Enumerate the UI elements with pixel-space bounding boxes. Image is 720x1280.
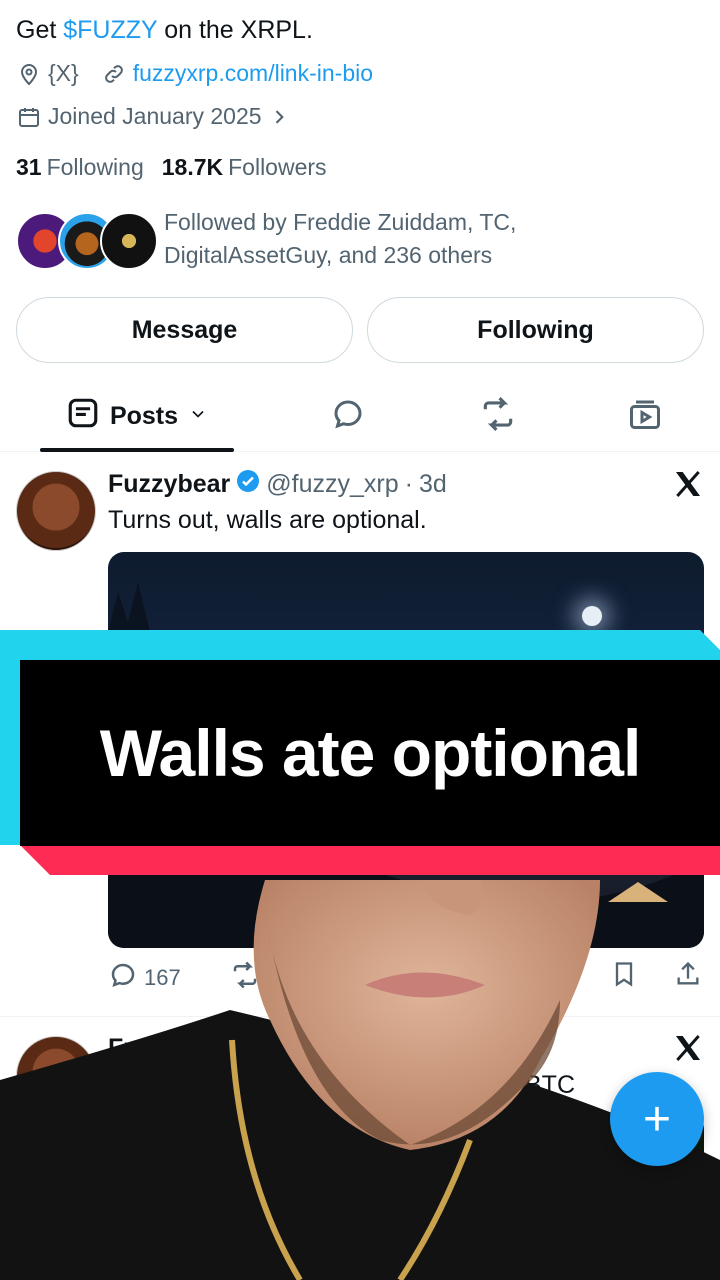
cashtag-link[interactable]: $FUZZY: [63, 16, 157, 44]
compose-post-button[interactable]: +: [610, 1072, 704, 1166]
follow-counts: 31 Following 18.7K Followers: [16, 154, 327, 181]
link-icon: [101, 61, 127, 87]
followed-by-text[interactable]: Followed by Freddie Zuiddam, TC, Digital…: [164, 206, 564, 272]
tab-replies[interactable]: [318, 380, 378, 452]
caption-red-bar: [20, 845, 720, 875]
post-text: Turns out, walls are optional.: [108, 506, 427, 534]
post-author-name[interactable]: Fuzzybear: [108, 470, 230, 499]
post-divider: [0, 1016, 720, 1017]
caption-text: Walls ate optional: [99, 716, 642, 790]
website-link[interactable]: fuzzyxrp.com/link-in-bio: [133, 60, 373, 87]
repost-button[interactable]: [230, 960, 260, 996]
reply-count: 167: [144, 965, 181, 990]
posts-icon: [66, 396, 100, 437]
following-count-link[interactable]: 31 Following: [16, 154, 144, 181]
tab-posts[interactable]: Posts: [40, 380, 234, 452]
plus-icon: +: [642, 1092, 672, 1146]
share-icon: [674, 960, 702, 994]
following-label: Following: [46, 154, 144, 180]
avatar: [100, 212, 158, 270]
reply-icon: [108, 960, 138, 996]
location-pin-icon: [16, 61, 42, 87]
chevron-right-icon: [266, 104, 292, 130]
bookmark-icon: [610, 960, 638, 994]
bio-suffix: on the XRPL.: [157, 16, 313, 44]
matrix-digit: 3 1: [560, 1124, 600, 1149]
tab-active-indicator: [40, 448, 234, 452]
followers-count-link[interactable]: 18.7K Followers: [162, 154, 327, 181]
chevron-down-icon: [188, 402, 208, 431]
bookmark-button[interactable]: [610, 960, 638, 994]
post2-author-name[interactable]: Fuzzyb: [108, 1034, 193, 1063]
verified-badge-icon: [236, 469, 260, 500]
x-logo-icon: [672, 468, 704, 500]
caption-box: Walls ate optional: [20, 660, 720, 846]
profile-bio: Get $FUZZY on the XRPL.: [16, 16, 313, 45]
reply-button[interactable]: 167: [108, 960, 181, 996]
post2-text: BTC: [525, 1071, 575, 1099]
post-author-avatar[interactable]: [16, 471, 96, 551]
repost-icon: [479, 395, 517, 438]
post-actions: 167: [108, 960, 704, 1000]
following-count: 31: [16, 154, 42, 180]
calendar-icon: [16, 104, 42, 130]
location-text: {X}: [48, 60, 79, 86]
post-separator: ·: [404, 470, 413, 498]
matrix-digit: 2: [610, 1152, 624, 1177]
repost-icon: [230, 960, 260, 996]
x-logo-icon: [672, 1032, 704, 1064]
tab-media[interactable]: [615, 380, 675, 452]
reply-bubble-icon: [330, 396, 366, 437]
tab-reposts[interactable]: [468, 380, 528, 452]
post-timestamp[interactable]: 3d: [419, 470, 447, 499]
media-icon: [627, 396, 663, 437]
share-button[interactable]: [674, 960, 702, 994]
profile-meta-joined[interactable]: Joined January 2025: [16, 103, 298, 130]
post-header: Fuzzybear @fuzzy_xrp · 3d: [108, 469, 447, 500]
followers-count: 18.7K: [161, 154, 224, 180]
tab-posts-label: Posts: [109, 401, 179, 430]
bio-prefix: Get: [16, 16, 64, 44]
post-author-handle[interactable]: @fuzzy_xrp: [266, 470, 398, 499]
profile-tabs: Posts: [0, 380, 720, 452]
post-author-avatar[interactable]: [16, 1036, 96, 1116]
followers-label: Followers: [228, 154, 327, 180]
message-button[interactable]: Message: [16, 297, 353, 363]
following-button[interactable]: Following: [367, 297, 704, 363]
followed-by-avatars[interactable]: [16, 212, 158, 272]
joined-text: Joined January 2025: [48, 103, 262, 129]
profile-meta-location-website: {X} fuzzyxrp.com/link-in-bio: [16, 60, 373, 87]
